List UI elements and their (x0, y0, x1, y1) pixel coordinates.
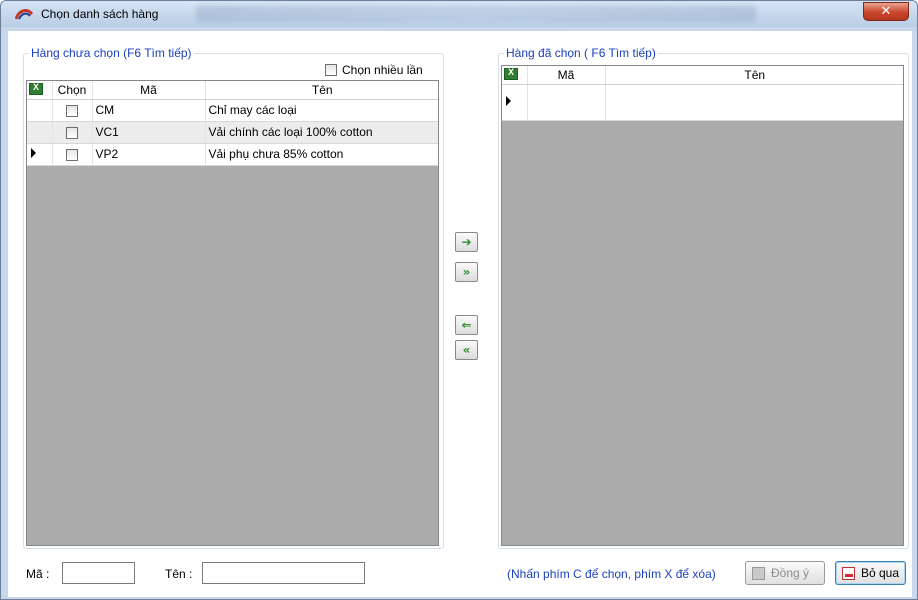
current-row-arrow-icon (506, 96, 511, 106)
multi-select-option[interactable]: Chọn nhiều lần (325, 63, 423, 77)
code-cell[interactable]: CM (92, 99, 206, 122)
blurred-background-tabs (196, 6, 756, 22)
keyboard-hint: (Nhấn phím C để chọn, phím X để xóa) (507, 567, 716, 581)
multi-select-checkbox[interactable] (325, 64, 337, 76)
table-row[interactable]: CM Chỉ may các loại (27, 99, 438, 122)
name-cell[interactable]: Vải phụ chưa 85% cotton (205, 143, 438, 166)
col-header-select[interactable]: Chọn (52, 81, 93, 100)
title-bar: Chọn danh sách hàng ✕ (1, 1, 917, 27)
cancel-icon (842, 566, 855, 580)
row-header[interactable] (27, 99, 53, 122)
col-header-code[interactable]: Mã (527, 66, 606, 85)
row-header[interactable] (27, 143, 53, 166)
select-cell[interactable] (52, 121, 93, 144)
window-title: Chọn danh sách hàng (41, 7, 159, 21)
grid-header-row: Chọn Mã Tên (27, 81, 438, 100)
row-header[interactable] (502, 84, 528, 121)
ok-button[interactable]: Đồng ý (745, 561, 825, 585)
col-header-code[interactable]: Mã (92, 81, 206, 100)
selected-items-grid[interactable]: Mã Tên (501, 65, 904, 546)
grid-header-row: Mã Tên (502, 66, 903, 85)
export-excel-cell[interactable] (502, 66, 528, 85)
select-cell[interactable] (52, 143, 93, 166)
multi-select-label: Chọn nhiều lần (342, 63, 423, 77)
cancel-button-label: Bỏ qua (861, 566, 900, 580)
unselected-items-title: Hàng chưa chọn (F6 Tìm tiếp) (29, 46, 194, 60)
dialog-window: Chọn danh sách hàng ✕ Hàng chưa chọn (F6… (0, 0, 918, 600)
close-button[interactable]: ✕ (863, 2, 909, 21)
code-cell[interactable] (527, 84, 606, 121)
current-row-arrow-icon (31, 148, 36, 158)
selected-items-title: Hàng đã chọn ( F6 Tìm tiếp) (504, 46, 658, 60)
col-header-name[interactable]: Tên (205, 81, 438, 100)
arrow-right-icon: ➔ (461, 235, 472, 249)
row-checkbox[interactable] (66, 148, 78, 161)
code-filter-input[interactable] (62, 562, 135, 584)
excel-export-icon[interactable] (29, 82, 43, 96)
unselected-items-grid[interactable]: Chọn Mã Tên CM Chỉ may các loại VC1 Vải … (26, 80, 439, 546)
remove-selected-button[interactable]: ⇐ (455, 315, 478, 335)
row-checkbox[interactable] (66, 126, 78, 139)
confirm-icon (752, 566, 765, 580)
table-row[interactable] (502, 84, 903, 121)
double-arrow-left-icon: « (462, 343, 471, 357)
code-filter-label: Mã : (26, 567, 50, 581)
name-cell[interactable]: Vải chính các loại 100% cotton (205, 121, 438, 144)
export-excel-cell[interactable] (27, 81, 53, 100)
cancel-button[interactable]: Bỏ qua (835, 561, 906, 585)
name-filter-label: Tên : (165, 567, 193, 581)
code-cell[interactable]: VP2 (92, 143, 206, 166)
name-filter-input[interactable] (202, 562, 365, 584)
excel-export-icon[interactable] (504, 67, 518, 81)
row-checkbox[interactable] (66, 104, 78, 117)
add-selected-button[interactable]: ➔ (455, 232, 478, 252)
name-cell[interactable]: Chỉ may các loại (205, 99, 438, 122)
code-cell[interactable]: VC1 (92, 121, 206, 144)
double-arrow-right-icon: » (462, 265, 471, 279)
remove-all-button[interactable]: « (455, 340, 478, 360)
table-row[interactable]: VC1 Vải chính các loại 100% cotton (27, 121, 438, 144)
dialog-body: Hàng chưa chọn (F6 Tìm tiếp) Chọn nhiều … (8, 31, 912, 597)
app-logo-icon (15, 9, 33, 20)
table-row[interactable]: VP2 Vải phụ chưa 85% cotton (27, 143, 438, 166)
select-cell[interactable] (52, 99, 93, 122)
arrow-left-icon: ⇐ (461, 318, 472, 332)
add-all-button[interactable]: » (455, 262, 478, 282)
ok-button-label: Đồng ý (771, 566, 810, 580)
row-header[interactable] (27, 121, 53, 144)
name-cell[interactable] (605, 84, 903, 121)
col-header-name[interactable]: Tên (605, 66, 903, 85)
